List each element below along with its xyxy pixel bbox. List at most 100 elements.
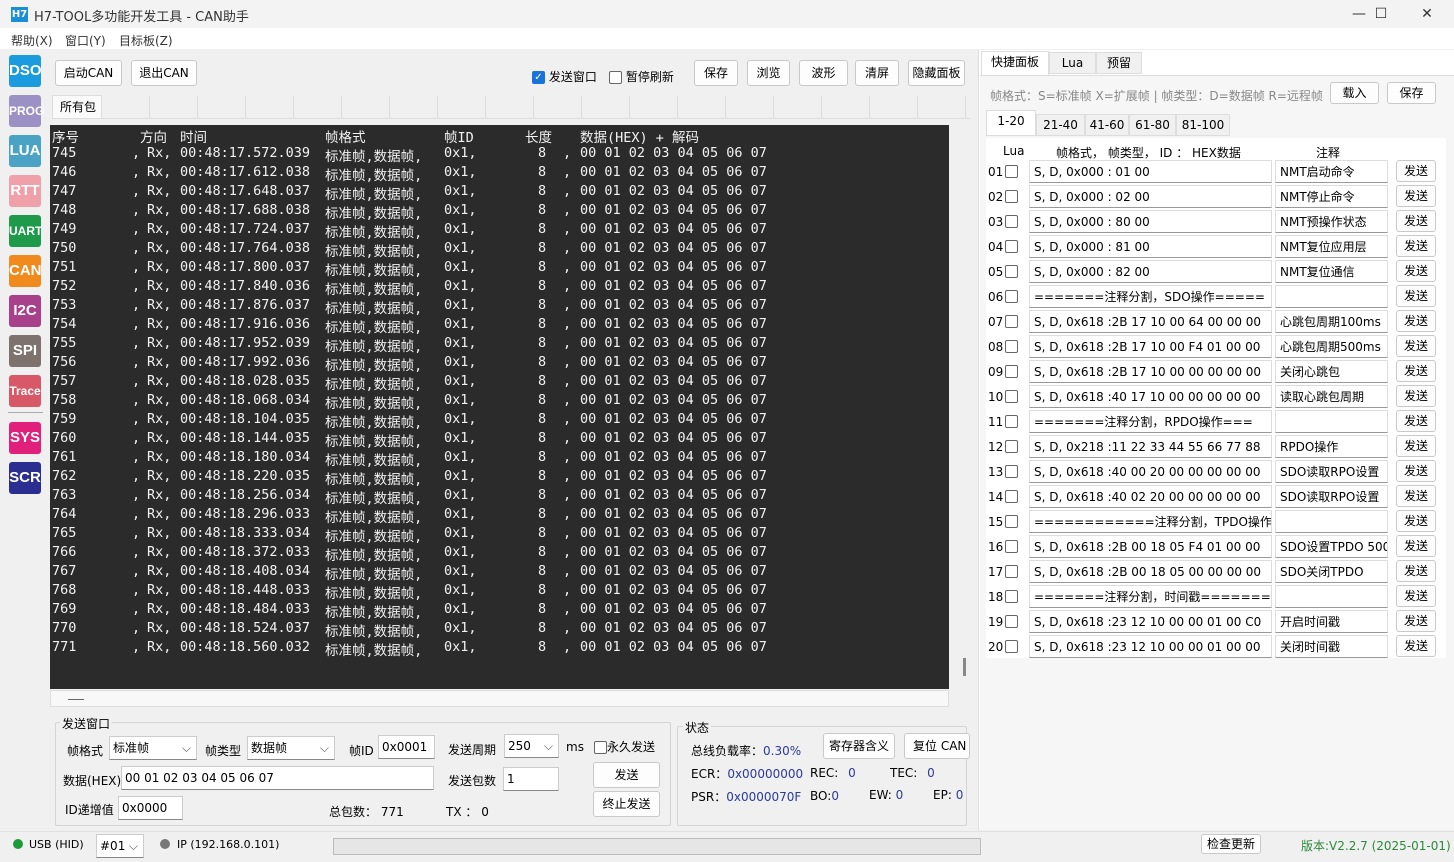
lua-checkbox[interactable] [1005, 465, 1018, 478]
quick-send-button[interactable]: 发送 [1396, 160, 1436, 182]
quick-send-button[interactable]: 发送 [1396, 410, 1436, 432]
period-select[interactable]: 250 [504, 734, 559, 758]
close-button[interactable]: ✕ [1404, 0, 1450, 28]
note-input[interactable]: NMT停止命令 [1275, 185, 1388, 208]
note-input[interactable]: SDO读取RPO设置 [1275, 460, 1388, 483]
page-tab-61-80[interactable]: 61-80 [1129, 114, 1176, 136]
frame-data-input[interactable]: S, D, 0x000 : 01 00 [1029, 160, 1272, 183]
note-input[interactable]: NMT复位应用层 [1275, 235, 1388, 258]
maximize-button[interactable]: ☐ [1358, 0, 1404, 28]
frame-data-input[interactable]: S, D, 0x618 :2B 00 18 05 00 00 00 00 [1029, 560, 1272, 583]
sidebar-uart-button[interactable]: UART [9, 215, 42, 247]
hide-panel-button[interactable]: 隐藏面板 [908, 60, 965, 86]
exit-can-button[interactable]: 退出CAN [131, 60, 197, 86]
lua-checkbox[interactable] [1005, 440, 1018, 453]
sidebar-trace-button[interactable]: Trace [9, 375, 41, 407]
frame-data-input[interactable]: S, D, 0x618 :2B 17 10 00 64 00 00 00 [1029, 310, 1272, 333]
send-window-checkbox[interactable]: ✓ 发送窗口 [532, 68, 597, 85]
frame-data-input[interactable]: =======注释分割，时间戳======== [1029, 585, 1272, 608]
lua-checkbox[interactable] [1005, 515, 1018, 528]
quick-send-button[interactable]: 发送 [1396, 460, 1436, 482]
note-input[interactable]: NMT复位通信 [1275, 260, 1388, 283]
sidebar-i2c-button[interactable]: I2C [9, 295, 41, 327]
note-input[interactable]: SDO关闭TPDO [1275, 560, 1388, 583]
frame-data-input[interactable]: S, D, 0x618 :40 00 20 00 00 00 00 00 [1029, 460, 1272, 483]
panel-save-button[interactable]: 保存 [1387, 82, 1436, 104]
register-meaning-button[interactable]: 寄存器含义 [823, 733, 895, 759]
lua-checkbox[interactable] [1005, 265, 1018, 278]
check-update-button[interactable]: 检查更新 [1201, 834, 1261, 854]
quick-send-button[interactable]: 发送 [1396, 260, 1436, 282]
browse-button[interactable]: 浏览 [747, 60, 790, 86]
quick-send-button[interactable]: 发送 [1396, 585, 1436, 607]
lua-checkbox[interactable] [1005, 615, 1018, 628]
tab-reserved[interactable]: 预留 [1096, 52, 1142, 74]
frame-id-input[interactable]: 0x0001 [378, 735, 435, 759]
quick-send-button[interactable]: 发送 [1396, 310, 1436, 332]
lua-checkbox[interactable] [1005, 540, 1018, 553]
note-input[interactable]: RPDO操作 [1275, 435, 1388, 458]
quick-send-button[interactable]: 发送 [1396, 560, 1436, 582]
sidebar-dso-button[interactable]: DSO [9, 55, 42, 87]
frame-data-input[interactable]: S, D, 0x618 :2B 00 18 05 F4 01 00 00 [1029, 535, 1272, 558]
menu-target[interactable]: 目标板(Z) [119, 32, 173, 49]
forever-send-checkbox[interactable]: 永久发送 [594, 738, 655, 755]
lua-checkbox[interactable] [1005, 315, 1018, 328]
note-input[interactable]: NMT启动命令 [1275, 160, 1388, 183]
note-input[interactable] [1275, 285, 1388, 308]
quick-send-button[interactable]: 发送 [1396, 510, 1436, 532]
device-select[interactable]: #01 [96, 834, 144, 858]
sidebar-spi-button[interactable]: SPI [9, 335, 41, 367]
lua-checkbox[interactable] [1005, 415, 1018, 428]
log-scrollbar[interactable] [963, 658, 966, 676]
send-button[interactable]: 发送 [593, 762, 660, 788]
note-input[interactable] [1275, 510, 1388, 533]
quick-send-button[interactable]: 发送 [1396, 535, 1436, 557]
sidebar-scr-button[interactable]: SCR [9, 462, 41, 494]
horizontal-scrollbar[interactable] [50, 690, 949, 707]
lua-checkbox[interactable] [1005, 240, 1018, 253]
lua-checkbox[interactable] [1005, 490, 1018, 503]
page-tab-21-40[interactable]: 21-40 [1036, 114, 1085, 136]
lua-checkbox[interactable] [1005, 640, 1018, 653]
note-input[interactable]: SDO读取RPO设置 [1275, 485, 1388, 508]
frame-data-input[interactable]: S, D, 0x618 :40 02 20 00 00 00 00 00 [1029, 485, 1272, 508]
data-hex-input[interactable]: 00 01 02 03 04 05 06 07 [121, 766, 434, 790]
tab-lua[interactable]: Lua [1049, 52, 1096, 74]
quick-send-button[interactable]: 发送 [1396, 335, 1436, 357]
sidebar-sys-button[interactable]: SYS [9, 422, 41, 454]
lua-checkbox[interactable] [1005, 190, 1018, 203]
page-tab-1-20[interactable]: 1-20 [986, 110, 1036, 136]
quick-send-button[interactable]: 发送 [1396, 285, 1436, 307]
lua-checkbox[interactable] [1005, 290, 1018, 303]
frame-data-input[interactable]: =======注释分割，RPDO操作=== [1029, 410, 1272, 433]
frame-data-input[interactable]: S, D, 0x618 :23 12 10 00 00 01 00 C0 [1029, 610, 1272, 633]
lua-checkbox[interactable] [1005, 165, 1018, 178]
quick-send-button[interactable]: 发送 [1396, 185, 1436, 207]
frame-data-input[interactable]: S, D, 0x000 : 02 00 [1029, 185, 1272, 208]
frame-data-input[interactable]: S, D, 0x618 :2B 17 10 00 F4 01 00 00 [1029, 335, 1272, 358]
note-input[interactable]: NMT预操作状态 [1275, 210, 1388, 233]
reset-can-button[interactable]: 复位 CAN [904, 733, 970, 759]
frame-data-input[interactable]: S, D, 0x618 :2B 17 10 00 00 00 00 00 [1029, 360, 1272, 383]
lua-checkbox[interactable] [1005, 590, 1018, 603]
frame-data-input[interactable]: S, D, 0x218 :11 22 33 44 55 66 77 88 [1029, 435, 1272, 458]
frame-type-select[interactable]: 数据帧 [247, 736, 335, 760]
send-count-input[interactable]: 1 [503, 767, 559, 791]
frame-data-input[interactable]: S, D, 0x000 : 81 00 [1029, 235, 1272, 258]
note-input[interactable] [1275, 585, 1388, 608]
sidebar-rtt-button[interactable]: RTT [9, 175, 41, 207]
quick-send-button[interactable]: 发送 [1396, 385, 1436, 407]
quick-send-button[interactable]: 发送 [1396, 210, 1436, 232]
lua-checkbox[interactable] [1005, 390, 1018, 403]
note-input[interactable]: 读取心跳包周期 [1275, 385, 1388, 408]
lua-checkbox[interactable] [1005, 565, 1018, 578]
frame-data-input[interactable]: ============注释分割，TPDO操作= [1029, 510, 1272, 533]
note-input[interactable]: 关闭时间戳 [1275, 635, 1388, 658]
frame-data-input[interactable]: =======注释分割，SDO操作===== [1029, 285, 1272, 308]
quick-send-button[interactable]: 发送 [1396, 635, 1436, 657]
frame-data-input[interactable]: S, D, 0x618 :23 12 10 00 00 01 00 00 [1029, 635, 1272, 658]
tab-quick-panel[interactable]: 快捷面板 [981, 51, 1049, 75]
frame-data-input[interactable]: S, D, 0x000 : 82 00 [1029, 260, 1272, 283]
quick-send-button[interactable]: 发送 [1396, 610, 1436, 632]
